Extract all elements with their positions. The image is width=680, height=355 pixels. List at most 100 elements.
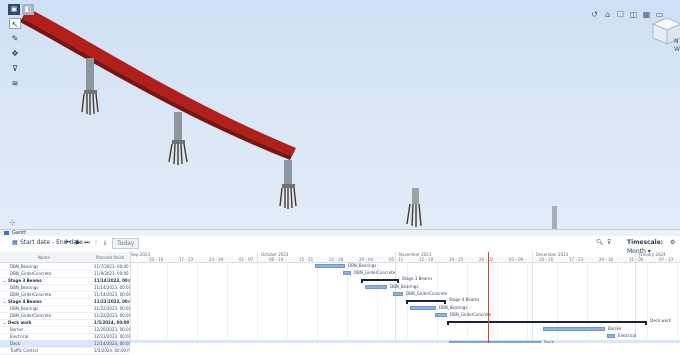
play-icon[interactable]: ▶ (74, 238, 82, 247)
task-bar[interactable] (365, 285, 387, 289)
task-bar[interactable] (393, 292, 403, 296)
summary-bar[interactable] (361, 279, 399, 283)
week-gridline (287, 262, 288, 343)
search-icon[interactable]: 🔍︎ (596, 238, 604, 247)
download-icon[interactable]: ⤓ (101, 238, 109, 247)
gantt-toolbar: Start date - End date ⏮ ▶ ⏭ ⫶ ⤓ Today 🔍︎… (0, 236, 680, 255)
timeline-weeks: 10 - 16 17 - 23 24 - 30 01 - 07 08 - 14 15 - … (131, 257, 680, 263)
pan-icon[interactable]: ✥ (9, 48, 21, 59)
3d-viewport[interactable]: ▣ ◧ ↖ ✎ ✥ ⊽ ≋ ↺ ⌂ ☐ ◫ ▦ ▭ N W ⊹ (0, 0, 680, 229)
undo-icon[interactable]: ↺ (590, 10, 599, 19)
settings-icon[interactable]: ⚙ (670, 238, 675, 247)
planned-finish-date: 11/7/2023, 00:00 PM (94, 264, 130, 269)
bar-label: DBN_GirderConcrete (450, 312, 492, 317)
bar-label: DBN_Bearings (439, 305, 468, 310)
compass-labels: N W (674, 38, 680, 54)
week-label: 07 - 13 (659, 257, 674, 262)
filter-icon[interactable]: ⊽ (607, 238, 611, 247)
week-gridline (437, 262, 438, 343)
layers-icon[interactable]: ≋ (9, 78, 21, 89)
cursor-icon[interactable]: ↖ (9, 18, 21, 29)
pier-2[interactable] (168, 112, 188, 165)
table-row[interactable]: Traffic Control 1/5/2024, 00:00 PM (0, 347, 130, 355)
week-gridline (317, 262, 318, 343)
column-header-planned-finish[interactable]: Planned finish (96, 255, 124, 260)
today-button[interactable]: Today (112, 238, 140, 249)
week-label: 31 - 06 (629, 257, 644, 262)
task-name: Barrier (10, 327, 24, 332)
task-bar[interactable] (315, 264, 345, 268)
chevron-down-icon[interactable]: ⌄ (3, 277, 6, 284)
column-header-name[interactable]: Name (38, 255, 50, 260)
planned-finish-date: 1/5/2024, 00:00 PM (94, 348, 130, 353)
model-icon[interactable]: ▣ (8, 4, 20, 15)
task-bar[interactable] (607, 334, 615, 338)
chevron-down-icon[interactable]: ⌄ (3, 298, 6, 305)
pier-4[interactable] (406, 188, 422, 227)
task-name: DBN_GirderConcrete (10, 292, 52, 297)
task-table-header: Name Planned finish (0, 252, 130, 263)
skip-back-icon[interactable]: ⏮ (64, 238, 72, 247)
bar-label: Stage 4 Beams (449, 297, 480, 302)
week-label: 12 - 18 (419, 257, 434, 262)
pencil-icon[interactable]: ✎ (9, 33, 21, 44)
task-name: DBN_Bearings (10, 264, 39, 269)
task-name: DBN_GirderConcrete (10, 313, 52, 318)
pier-3[interactable] (279, 160, 297, 209)
bridge-model[interactable] (0, 0, 680, 229)
week-gridline (137, 262, 138, 343)
box-icon[interactable]: ☐ (616, 10, 625, 19)
skip-forward-icon[interactable]: ⏭ (83, 238, 91, 247)
week-label: 24 - 30 (599, 257, 614, 262)
task-name: Traffic Control (10, 348, 38, 353)
planned-finish-date: 11/14/2023, 00:00 PM (94, 278, 130, 283)
panel-tab-bar: Gantt (0, 229, 680, 236)
week-label: 10 - 16 (539, 257, 554, 262)
date-range-picker[interactable]: Start date - End date (12, 238, 83, 247)
filter-icon[interactable]: ⊽ (9, 63, 21, 74)
task-name: Deck (10, 341, 21, 346)
task-name: Stage 3 Beams (8, 278, 42, 283)
task-name: DBN_Bearings (10, 306, 39, 311)
planned-finish-date: 12/14/2023, 00:00 PM (94, 341, 130, 346)
pier-5[interactable] (552, 206, 557, 229)
planned-finish-date: 1/5/2024, 00:00 PM (94, 320, 130, 325)
week-label: 01 - 07 (239, 257, 254, 262)
summary-bar[interactable] (406, 300, 446, 304)
task-name: Stage 4 Beams (8, 299, 42, 304)
planned-finish-date: 11/9/2023, 00:00 PM (94, 271, 130, 276)
week-gridline (167, 262, 168, 343)
week-gridline (257, 262, 258, 343)
summary-bar[interactable] (447, 321, 647, 325)
axis-gizmo-icon: ⊹ (9, 218, 16, 227)
viewport-left-toolbar: ↖ ✎ ✥ ⊽ ≋ (9, 18, 21, 89)
task-bar[interactable] (435, 313, 447, 317)
task-table: Name Planned finish DBN_Bearings 11/7/202… (0, 252, 130, 355)
task-name: DBN_Bearings (10, 285, 39, 290)
planned-finish-date: 11/14/2023, 00:00 PM (94, 285, 130, 290)
week-label: 17 - 23 (569, 257, 584, 262)
view-icon[interactable]: ◧ (22, 4, 34, 15)
week-label: 05 - 11 (389, 257, 404, 262)
task-name: Electrical (10, 334, 29, 339)
month-divider (532, 252, 533, 343)
week-label: 10 - 16 (149, 257, 164, 262)
marker-icon[interactable]: ⫶ (92, 238, 100, 247)
compass-north-label: N (674, 38, 679, 45)
task-bar[interactable] (343, 271, 351, 275)
week-label: 22 - 28 (329, 257, 344, 262)
week-gridline (227, 262, 228, 343)
section-icon[interactable]: ◫ (629, 10, 638, 19)
week-label: 08 - 14 (269, 257, 284, 262)
task-name: DBN_GirderConcrete (10, 271, 52, 276)
task-bar[interactable] (543, 327, 605, 331)
week-label: 15 - 21 (299, 257, 314, 262)
gantt-panel: Gantt Start date - End date ⏮ ▶ ⏭ ⫶ ⤓ To… (0, 229, 680, 355)
month-divider (395, 252, 396, 343)
bridge-girder[interactable] (22, 8, 296, 156)
task-bar[interactable] (410, 306, 436, 310)
home-icon[interactable]: ⌂ (603, 10, 612, 19)
chevron-down-icon[interactable]: ⌄ (3, 319, 6, 326)
pier-1[interactable] (81, 58, 99, 115)
gantt-chart[interactable]: Sep 2023 October 2023 November 2023 Decembe… (130, 252, 680, 343)
